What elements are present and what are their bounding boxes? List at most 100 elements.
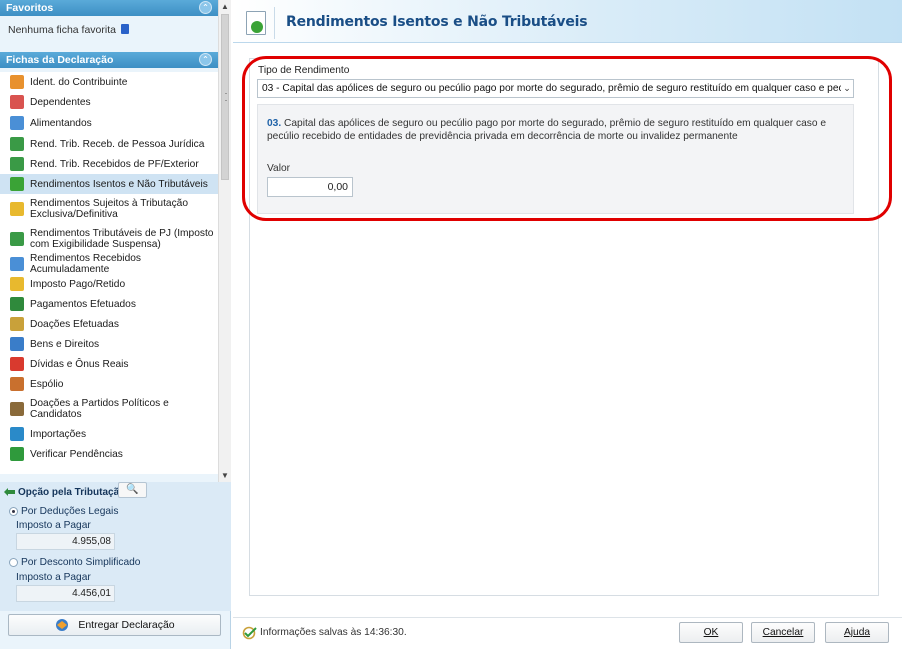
valor-input[interactable]: 0,00 — [267, 177, 353, 197]
sidebar-item-label: Verificar Pendências — [30, 448, 123, 460]
exempt-income-icon — [10, 177, 24, 191]
radio-icon[interactable] — [9, 558, 18, 567]
sidebar-item-payments[interactable]: Pagamentos Efetuados — [0, 294, 218, 314]
entregar-label: Entregar Declaração — [78, 619, 175, 631]
sidebar-item-debts[interactable]: Dívidas e Ônus Reais — [0, 354, 218, 374]
sidebar-item-accumulated-income[interactable]: Rendimentos Recebidos Acumuladamente — [0, 253, 218, 275]
sidebar-item-estate[interactable]: Espólio — [0, 374, 218, 394]
opcao-tributacao-panel: Opção pela Tributação: 🔍 Por Deduções Le… — [0, 482, 231, 611]
collapse-icon[interactable]: ⌃ — [199, 1, 212, 14]
ok-button[interactable]: OK — [679, 622, 743, 643]
status-bar: Informações salvas às 14:36:30. OK Cance… — [233, 617, 902, 649]
radio-icon-selected[interactable] — [9, 507, 18, 516]
cancelar-button[interactable]: Cancelar — [751, 622, 815, 643]
donations-icon — [10, 317, 24, 331]
sidebar-scrollbar[interactable]: ▲ ▼ — [218, 0, 231, 482]
income-pf-icon — [10, 157, 24, 171]
sidebar-item-label: Dívidas e Ônus Reais — [30, 358, 129, 370]
sidebar-item-person[interactable]: Ident. do Contribuinte — [0, 72, 218, 92]
sidebar-item-label: Rendimentos Recebidos Acumuladamente — [30, 253, 141, 275]
imports-icon — [10, 427, 24, 441]
radio-deducoes-legais[interactable]: Por Deduções Legais — [9, 506, 118, 517]
tax-paid-icon — [10, 277, 24, 291]
sidebar-item-label: Imposto Pago/Retido — [30, 278, 126, 290]
scroll-up-icon[interactable]: ▲ — [219, 0, 231, 13]
sidebar-item-alimentandos[interactable]: Alimentandos — [0, 112, 218, 134]
search-button[interactable]: 🔍 — [118, 482, 147, 498]
sidebar-item-donations[interactable]: Doações Efetuadas — [0, 314, 218, 334]
assets-icon — [10, 337, 24, 351]
simplificado-imposto-label: Imposto a Pagar — [16, 572, 91, 583]
sidebar-item-label: Ident. do Contribuinte — [30, 76, 128, 88]
sidebar-item-label: Rendimentos Sujeitos à Tributação Exclus… — [30, 198, 188, 220]
sidebar-item-exempt-income[interactable]: Rendimentos Isentos e Não Tributáveis — [0, 174, 218, 194]
person-icon — [10, 75, 24, 89]
sidebar-item-dependents[interactable]: Dependentes — [0, 92, 218, 112]
sidebar-item-label: Doações a Partidos Políticos e Candidato… — [30, 398, 169, 420]
description-body: Capital das apólices de seguro ou pecúli… — [267, 118, 826, 142]
scroll-down-icon[interactable]: ▼ — [219, 469, 231, 482]
sidebar-item-label: Espólio — [30, 378, 64, 390]
sidebar-item-tax-paid[interactable]: Imposto Pago/Retido — [0, 274, 218, 294]
description-code: 03. — [267, 118, 282, 129]
entregar-declaracao-button[interactable]: Entregar Declaração — [8, 614, 221, 636]
debts-icon — [10, 357, 24, 371]
income-pj-icon — [10, 137, 24, 151]
bookmark-icon — [120, 24, 129, 34]
tipo-rendimento-value: 03 - Capital das apólices de seguro ou p… — [262, 83, 853, 94]
ajuda-button[interactable]: Ajuda — [825, 622, 889, 643]
exclusive-tax-icon — [10, 202, 24, 216]
cancelar-label: Cancelar — [762, 627, 804, 638]
tax-option-icon — [4, 488, 15, 496]
favoritos-empty: Nenhuma ficha favorita — [8, 24, 129, 36]
description-panel: 03. Capital das apólices de seguro ou pe… — [257, 104, 854, 214]
sidebar-item-assets[interactable]: Bens e Direitos — [0, 334, 218, 354]
page-title: Rendimentos Isentos e Não Tributáveis — [286, 14, 588, 30]
sidebar-item-imports[interactable]: Importações — [0, 424, 218, 444]
estate-icon — [10, 377, 24, 391]
fichas-header[interactable]: Fichas da Declaração ⌃ — [0, 52, 218, 68]
suspended-tax-icon — [10, 232, 24, 246]
status-message: Informações salvas às 14:36:30. — [260, 627, 407, 638]
send-declaration-icon — [56, 619, 69, 631]
deducoes-imposto-label: Imposto a Pagar — [16, 520, 91, 531]
main-header: Rendimentos Isentos e Não Tributáveis — [233, 0, 902, 43]
sidebar-item-political-donations[interactable]: Doações a Partidos Políticos e Candidato… — [0, 394, 218, 424]
chevron-down-icon[interactable]: ⌄ — [841, 80, 853, 97]
sidebar-item-label: Rendimentos Tributáveis de PJ (Imposto c… — [30, 228, 214, 250]
favoritos-header[interactable]: Favoritos ⌃ — [0, 0, 218, 16]
political-donations-icon — [10, 402, 24, 416]
radio-desconto-simplificado[interactable]: Por Desconto Simplificado — [9, 557, 140, 568]
sidebar-item-income-pf[interactable]: Rend. Trib. Recebidos de PF/Exterior — [0, 154, 218, 174]
sidebar: Favoritos ⌃ Nenhuma ficha favorita Ficha… — [0, 0, 231, 649]
sidebar-item-label: Importações — [30, 428, 87, 440]
check-pending-icon — [10, 447, 24, 461]
deducoes-imposto-value: 4.955,08 — [16, 533, 115, 550]
main-panel: Rendimentos Isentos e Não Tributáveis Ti… — [233, 0, 902, 649]
scroll-thumb[interactable] — [221, 14, 229, 180]
sidebar-item-income-pj[interactable]: Rend. Trib. Receb. de Pessoa Jurídica — [0, 134, 218, 154]
sidebar-item-label: Alimentandos — [30, 117, 92, 129]
sidebar-item-label: Rend. Trib. Receb. de Pessoa Jurídica — [30, 138, 205, 150]
sidebar-item-check-pending[interactable]: Verificar Pendências — [0, 444, 218, 464]
description-text: 03. Capital das apólices de seguro ou pe… — [267, 117, 847, 143]
opcao-title: Opção pela Tributação: — [18, 487, 129, 498]
alimentandos-icon — [10, 116, 24, 130]
favoritos-empty-label: Nenhuma ficha favorita — [8, 24, 116, 36]
sidebar-item-label: Bens e Direitos — [30, 338, 100, 350]
search-icon: 🔍 — [126, 484, 139, 495]
tipo-rendimento-select[interactable]: 03 - Capital das apólices de seguro ou p… — [257, 79, 854, 98]
dependents-icon — [10, 95, 24, 109]
tipo-rendimento-label: Tipo de Rendimento — [258, 65, 350, 76]
valor-label: Valor — [267, 163, 291, 174]
accumulated-income-icon — [10, 257, 24, 271]
ok-label: OK — [703, 627, 719, 638]
collapse-icon[interactable]: ⌃ — [199, 53, 212, 66]
sidebar-item-exclusive-tax[interactable]: Rendimentos Sujeitos à Tributação Exclus… — [0, 194, 218, 224]
radio-simplificado-label: Por Desconto Simplificado — [21, 557, 141, 568]
sidebar-item-label: Pagamentos Efetuados — [30, 298, 136, 310]
sidebar-item-label: Rendimentos Isentos e Não Tributáveis — [30, 178, 208, 190]
fichas-header-label: Fichas da Declaração — [6, 54, 114, 66]
sidebar-item-suspended-tax[interactable]: Rendimentos Tributáveis de PJ (Imposto c… — [0, 224, 218, 254]
payments-icon — [10, 297, 24, 311]
